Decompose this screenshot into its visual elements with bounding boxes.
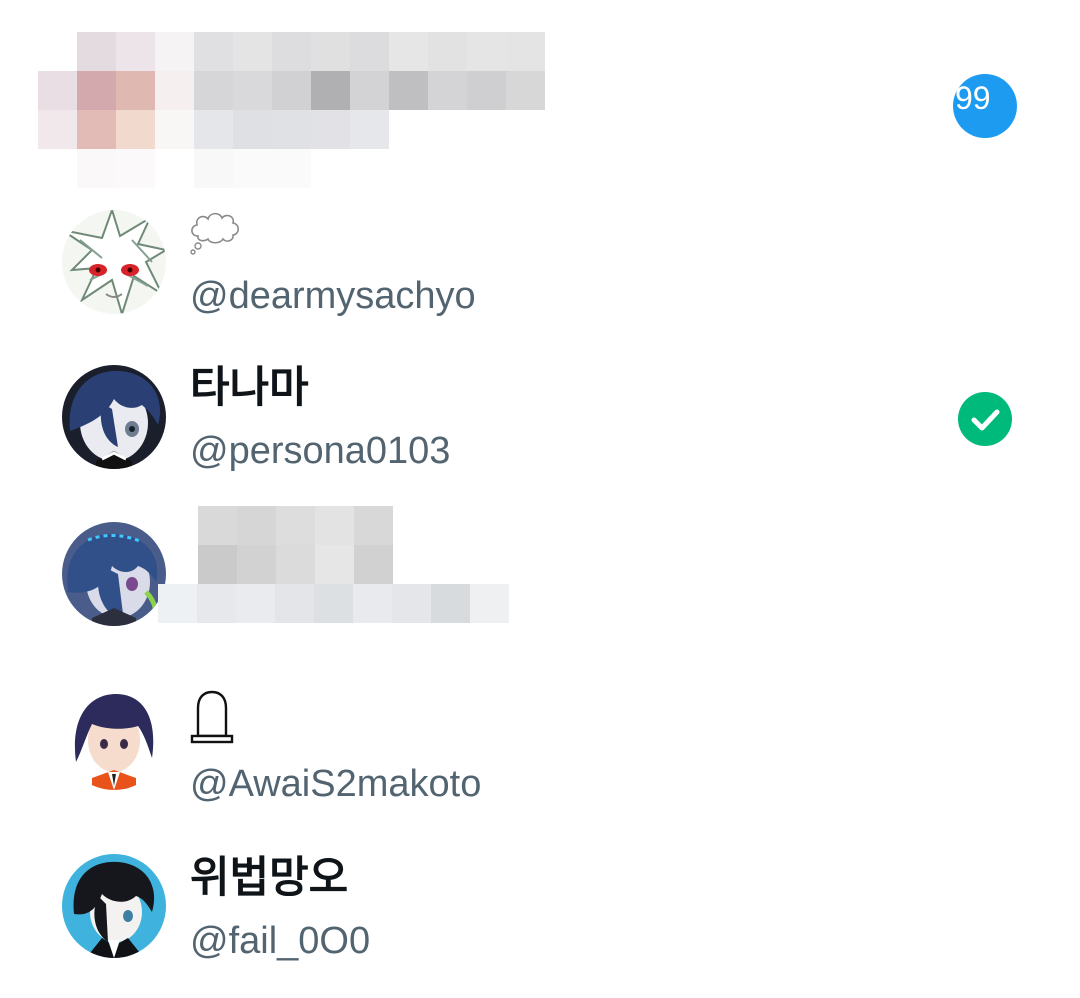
thought-balloon-emoji — [188, 208, 242, 261]
headstone-emoji — [188, 688, 236, 749]
account-display-name: 위법망오 — [190, 854, 349, 902]
account-row[interactable]: 위법망오 @fail_0O0 — [0, 838, 1080, 998]
avatar — [62, 522, 166, 626]
check-circle-icon — [958, 392, 1012, 446]
account-row[interactable]: @AwaiS2makoto — [0, 666, 1080, 838]
unread-count-badge: 99 — [953, 74, 1017, 138]
account-row[interactable] — [0, 496, 1080, 666]
avatar — [62, 210, 166, 314]
avatar — [62, 854, 166, 958]
account-handle: @dearmysachyo — [190, 275, 476, 317]
current-account-row[interactable]: 99 — [0, 0, 1080, 190]
blurred-current-account — [38, 32, 545, 188]
account-row[interactable]: @dearmysachyo — [0, 190, 1080, 340]
blurred-handle — [158, 584, 509, 623]
account-handle: @fail_0O0 — [190, 920, 371, 962]
avatar — [62, 686, 166, 790]
account-display-name: 타나마 — [190, 364, 309, 412]
account-row[interactable]: 타나마 @persona0103 — [0, 340, 1080, 496]
blurred-display-name — [198, 506, 393, 584]
avatar — [62, 365, 166, 469]
unread-count: 99 — [955, 80, 991, 116]
account-handle: @persona0103 — [190, 430, 451, 472]
account-switcher: 99 @dearmysachyo 타나마 @persona0103 @AwaiS… — [0, 0, 1080, 998]
account-handle: @AwaiS2makoto — [190, 763, 482, 805]
